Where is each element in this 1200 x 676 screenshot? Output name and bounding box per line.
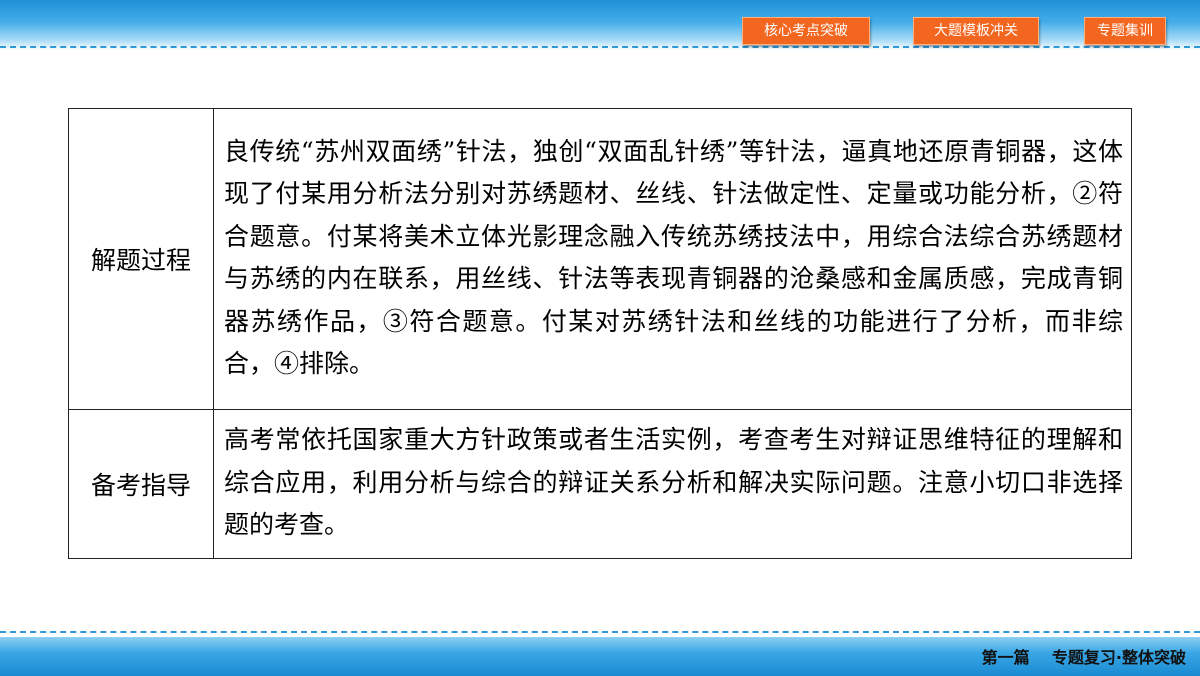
footer-section: 专题复习·整体突破 <box>1051 648 1186 667</box>
row-text-solution-process: 良传统“苏州双面绣”针法，独创“双面乱针绣”等针法，逼真地还原青铜器，这体现了付… <box>213 108 1132 410</box>
row-label-solution-process: 解题过程 <box>68 108 214 410</box>
content-table: 解题过程 良传统“苏州双面绣”针法，独创“双面乱针绣”等针法，逼真地还原青铜器，… <box>68 108 1132 559</box>
footer-title: 第一篇 专题复习·整体突破 <box>982 644 1186 668</box>
header-dashed-divider <box>0 46 1200 48</box>
nav-button-core-points[interactable]: 核心考点突破 <box>742 17 870 45</box>
row-label-exam-guidance: 备考指导 <box>68 409 214 559</box>
table-row: 解题过程 良传统“苏州双面绣”针法，独创“双面乱针绣”等针法，逼真地还原青铜器，… <box>68 108 1132 410</box>
nav-button-template-drill[interactable]: 大题模板冲关 <box>913 17 1039 45</box>
footer-part: 第一篇 <box>981 648 1030 667</box>
footer-dashed-divider <box>0 631 1200 633</box>
table-row: 备考指导 高考常依托国家重大方针政策或者生活实例，考查考生对辩证思维特征的理解和… <box>68 409 1132 559</box>
nav-button-topic-training[interactable]: 专题集训 <box>1084 17 1166 45</box>
row-text-exam-guidance: 高考常依托国家重大方针政策或者生活实例，考查考生对辩证思维特征的理解和综合应用，… <box>213 409 1132 559</box>
